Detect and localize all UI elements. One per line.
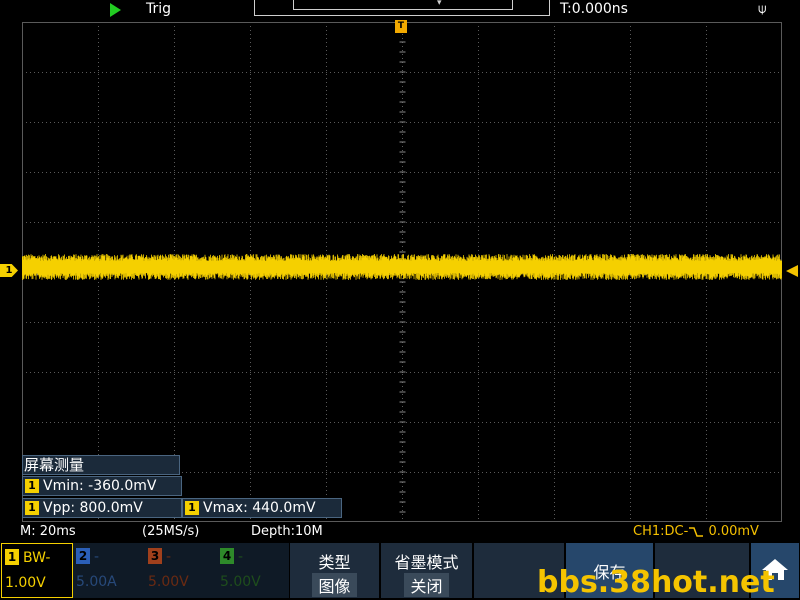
channel-scale: 5.00V bbox=[148, 574, 189, 590]
falling-edge-icon bbox=[689, 526, 704, 537]
measurement-vpp[interactable]: 1 Vpp: 800.0mV bbox=[22, 498, 182, 518]
channel-number: 4 bbox=[220, 548, 234, 564]
trigger-position-marker[interactable]: T bbox=[395, 20, 407, 33]
usb-icon: ⍦ bbox=[758, 1, 767, 17]
memory-view-window: ▾ bbox=[293, 0, 513, 10]
ch1-trigger-status[interactable]: CH1:DC- 0.00mV bbox=[633, 524, 759, 539]
channel-number: 2 bbox=[76, 548, 90, 564]
channel-1-button[interactable]: 1 BW- 1.00V bbox=[1, 543, 73, 598]
ch1-trigger-level: 0.00mV bbox=[708, 524, 759, 539]
channel-scale: 5.00A bbox=[76, 574, 117, 590]
measurement-vmin[interactable]: 1 Vmin: -360.0mV bbox=[22, 476, 182, 496]
channel-bandwidth-tag: - bbox=[238, 549, 244, 565]
measurement-value: Vmax: 440.0mV bbox=[203, 500, 316, 516]
ch1-coupling-label: CH1:DC- bbox=[633, 524, 689, 539]
channel-3-button[interactable]: 3 - 5.00V bbox=[145, 543, 217, 598]
channel-bandwidth-tag: - bbox=[94, 549, 100, 565]
screen-measurement-panel: 屏幕测量 1 Vmin: -360.0mV 1 Vpp: 800.0mV 1 Vmax… bbox=[22, 455, 342, 518]
softkey-ink-saver-label: 省墨模式 bbox=[394, 553, 459, 572]
softkey-ink-saver-value: 关闭 bbox=[404, 573, 449, 597]
channel-bandwidth-tag: - bbox=[166, 549, 172, 565]
measurement-panel-title: 屏幕测量 bbox=[22, 455, 180, 475]
softkey-type[interactable]: 类型 图像 bbox=[290, 543, 380, 598]
channel-2-button[interactable]: 2 - 5.00A bbox=[73, 543, 145, 598]
channel-number: 3 bbox=[148, 548, 162, 564]
measurement-vmax[interactable]: 1 Vmax: 440.0mV bbox=[182, 498, 342, 518]
channel-bandwidth-tag: BW- bbox=[23, 550, 51, 566]
measurement-channel-tag: 1 bbox=[25, 501, 39, 515]
memory-position-marker-icon: ▾ bbox=[437, 0, 442, 8]
ch1-waveform-core bbox=[22, 261, 782, 273]
memory-position-bar: ▾ bbox=[254, 0, 550, 16]
waveform-display[interactable] bbox=[22, 22, 782, 522]
channel-4-button[interactable]: 4 - 5.00V bbox=[217, 543, 289, 598]
timebase-readout[interactable]: M: 20ms bbox=[20, 524, 76, 539]
softkey-type-value: 图像 bbox=[312, 573, 357, 597]
trigger-status-label: Trig bbox=[146, 1, 172, 17]
softkey-type-label: 类型 bbox=[318, 553, 351, 572]
channel-scale: 5.00V bbox=[220, 574, 261, 590]
top-status-bar: Trig ▾ T:0.000ns ⍦ bbox=[0, 0, 800, 20]
memory-depth-readout: Depth:10M bbox=[251, 524, 323, 539]
channel-number: 1 bbox=[5, 549, 19, 565]
measurement-channel-tag: 1 bbox=[25, 479, 39, 493]
acquisition-status-bar: M: 20ms (25MS/s) Depth:10M CH1:DC- 0.00m… bbox=[0, 524, 800, 541]
measurement-channel-tag: 1 bbox=[185, 501, 199, 515]
softkey-ink-saver[interactable]: 省墨模式 关闭 bbox=[381, 543, 473, 598]
trigger-time-offset: T:0.000ns bbox=[560, 1, 628, 17]
run-play-icon[interactable] bbox=[110, 3, 121, 17]
sample-rate-readout: (25MS/s) bbox=[142, 524, 200, 539]
graticule bbox=[22, 22, 782, 522]
measurement-value: Vmin: -360.0mV bbox=[43, 478, 157, 494]
watermark-text: bbs.38hot.net bbox=[537, 565, 775, 600]
channel-scale: 1.00V bbox=[5, 575, 46, 591]
trigger-level-marker[interactable] bbox=[786, 265, 798, 277]
ch1-offset-marker[interactable]: 1 bbox=[0, 264, 18, 277]
measurement-value: Vpp: 800.0mV bbox=[43, 500, 143, 516]
